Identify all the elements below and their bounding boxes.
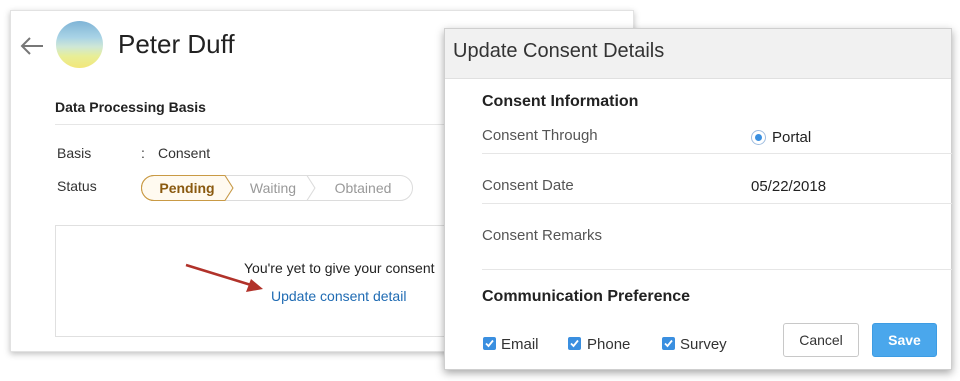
contact-name: Peter Duff [118,29,235,59]
consent-date-value[interactable]: 05/22/2018 [751,178,826,195]
dialog-header: Update Consent Details [445,29,951,79]
phone-checkbox-checked-icon[interactable] [568,337,581,350]
cancel-button[interactable]: Cancel [783,323,859,357]
radio-dot [755,134,762,141]
status-stage-obtained[interactable]: Obtained [313,175,413,201]
update-consent-link[interactable]: Update consent detail [271,288,406,304]
row-divider [482,203,952,204]
row-divider [482,153,952,154]
basis-value: Consent [158,145,211,161]
communication-preference-heading: Communication Preference [482,288,691,305]
consent-through-value[interactable]: Portal [772,129,811,146]
dialog-title: Update Consent Details [453,40,665,62]
basis-label: Basis [57,145,92,161]
update-consent-dialog: Update Consent Details Consent Informati… [444,28,952,370]
email-checkbox-checked-icon[interactable] [483,337,496,350]
status-stage-waiting[interactable]: Waiting [231,175,315,201]
status-label: Status [57,178,97,194]
row-divider [482,269,952,270]
back-arrow-icon[interactable] [19,33,45,59]
section-divider [55,124,445,125]
survey-checkbox-checked-icon[interactable] [662,337,675,350]
red-pointer-arrow-icon [183,259,269,300]
email-preference-label[interactable]: Email [501,337,539,353]
section-title: Data Processing Basis [55,99,206,115]
consent-message: You're yet to give your consent [244,260,435,276]
phone-preference-label[interactable]: Phone [587,337,630,353]
consent-through-label: Consent Through [482,127,598,144]
status-progress-track: Pending Waiting Obtained [141,175,413,201]
basis-colon: : [141,145,145,161]
avatar [56,21,103,68]
save-button[interactable]: Save [872,323,937,357]
consent-information-heading: Consent Information [482,93,639,110]
portal-radio-selected-icon[interactable] [751,130,766,145]
status-stage-pending[interactable]: Pending [141,175,233,201]
consent-remarks-label: Consent Remarks [482,227,603,244]
survey-preference-label[interactable]: Survey [680,337,727,353]
consent-date-label: Consent Date [482,177,574,194]
